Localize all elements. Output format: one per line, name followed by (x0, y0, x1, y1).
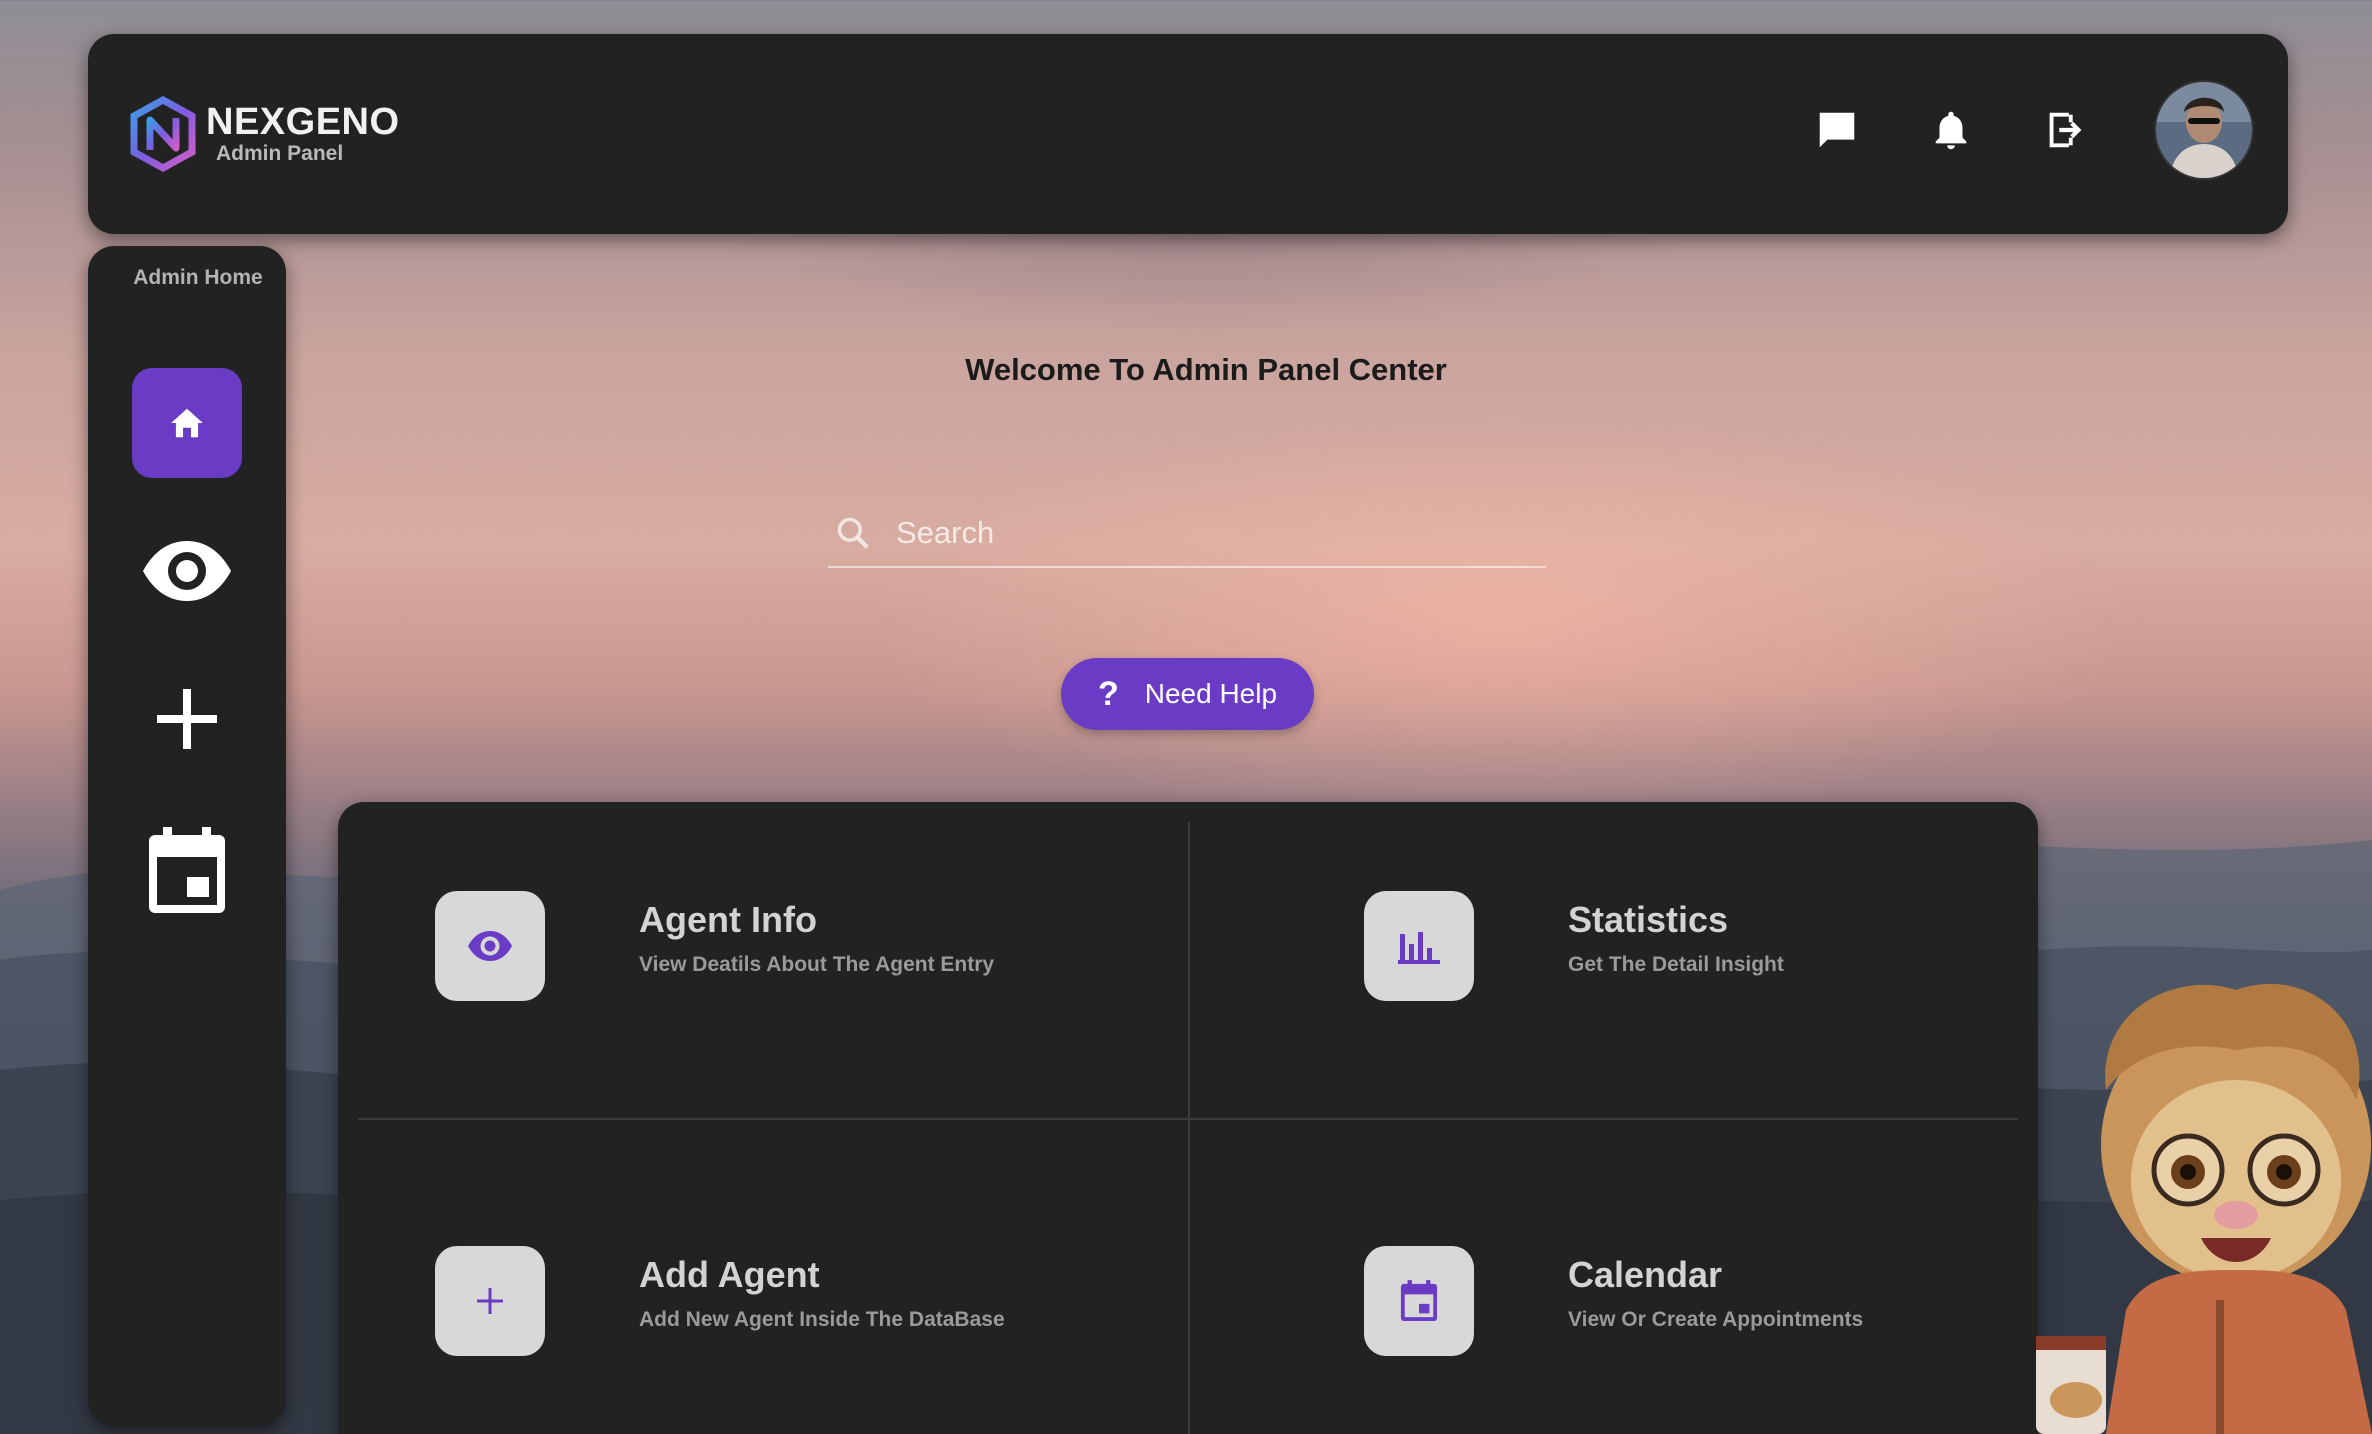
lion-mascot-image (2036, 983, 2372, 1434)
card-icon-box (435, 891, 545, 1001)
need-help-label: Need Help (1144, 678, 1278, 709)
sidebar-title: Admin Home (133, 266, 263, 289)
logout-button[interactable] (2042, 107, 2088, 153)
card-add-agent[interactable]: Add Agent Add New Agent Inside The DataB… (435, 1246, 1235, 1434)
sidebar-item-view[interactable] (132, 516, 242, 626)
brand-name: NEXGENO (206, 101, 400, 143)
bar-chart-icon (1398, 932, 1440, 964)
card-description: Get The Detail Insight (1568, 953, 1784, 976)
nexgeno-logo-icon (130, 96, 196, 172)
home-icon (171, 408, 203, 438)
card-icon-box (1364, 891, 1474, 1001)
search-bar (828, 500, 1546, 568)
sidebar: Admin Home (88, 246, 286, 1426)
card-icon-box (435, 1246, 545, 1356)
brand-subtitle: Admin Panel (216, 142, 344, 165)
page-title: Welcome To Admin Panel Center (965, 352, 1447, 387)
card-title: Calendar (1568, 1254, 1723, 1295)
sidebar-item-add[interactable] (132, 664, 242, 774)
brand[interactable]: NEXGENO Admin Panel (128, 96, 400, 172)
dashboard-cards: Agent Info View Deatils About The Agent … (338, 802, 2038, 1434)
eye-icon (143, 541, 231, 601)
chat-button[interactable] (1814, 107, 1860, 153)
chat-icon (1819, 112, 1855, 148)
top-header: NEXGENO Admin Panel (88, 34, 2288, 234)
notifications-button[interactable] (1928, 107, 1974, 153)
sidebar-item-calendar[interactable] (132, 816, 242, 926)
card-title: Add Agent (639, 1254, 820, 1295)
eye-icon (468, 931, 512, 961)
bell-icon (1935, 111, 1967, 150)
card-description: View Or Create Appointments (1568, 1308, 1864, 1331)
header-actions (1814, 82, 2252, 178)
search-icon (837, 517, 869, 549)
user-avatar[interactable] (2156, 82, 2252, 178)
need-help-button[interactable]: ? Need Help (1061, 658, 1314, 730)
card-title: Statistics (1568, 899, 1729, 940)
logout-icon (2049, 112, 2082, 148)
help-question-icon: ? (1097, 674, 1119, 713)
card-title: Agent Info (639, 899, 817, 940)
calendar-icon (149, 827, 225, 913)
calendar-icon (1400, 1280, 1438, 1321)
search-input[interactable] (894, 514, 1498, 552)
grid-divider-horizontal (358, 1118, 2018, 1120)
card-agent-info[interactable]: Agent Info View Deatils About The Agent … (435, 891, 1235, 1091)
card-description: View Deatils About The Agent Entry (639, 953, 995, 976)
plus-icon (477, 1288, 503, 1314)
avatar-photo (2156, 82, 2252, 178)
card-icon-box (1364, 1246, 1474, 1356)
plus-icon (157, 689, 217, 749)
card-description: Add New Agent Inside The DataBase (639, 1308, 1005, 1331)
